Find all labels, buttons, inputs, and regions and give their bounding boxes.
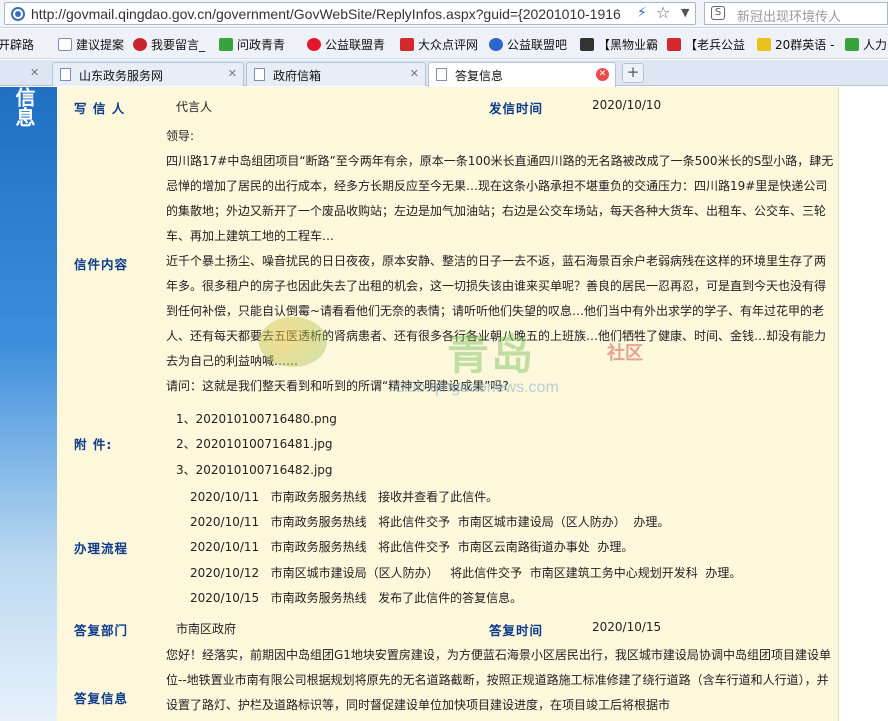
process-label: 办理流程 [74,541,129,556]
wechat-icon [845,38,859,51]
address-bar-row: http://govmail.qingdao.gov.cn/government… [0,0,888,28]
page-icon [580,38,594,51]
left-banner: 信息 [0,87,57,721]
tab-strip: ✕ 山东政务服务网 ✕ 政府信箱 ✕ 答复信息 ✕ + [0,60,888,87]
attachment-link[interactable]: 3、202010100716482.jpg [176,461,333,478]
page-icon [436,68,447,81]
reply-info-label: 答复信息 [74,691,129,706]
emblem-icon [133,38,147,51]
letter-paragraph: 四川路17#中岛组团项目“断路”至今两年有余，原本一条100米长直通四川路的无名… [166,154,834,243]
site-security-icon[interactable] [11,7,25,21]
close-icon[interactable]: ✕ [410,67,419,80]
favorite-item[interactable]: 20群英语 - [757,36,834,53]
address-dropdown-icon[interactable]: ▼ [681,6,689,19]
letter-paragraph: 请问：这就是我们整天看到和听到的所谓“精神文明建设成果”吗? [166,379,509,393]
writer-label: 写 信 人 [74,101,126,116]
favorite-item[interactable]: 大众点评网 [400,36,478,53]
page-icon [58,38,72,51]
search-input[interactable]: S 新冠出现环境传人 [704,2,888,25]
reply-body: 您好！经落实，前期因中岛组团G1地块安置房建设，为方便蓝石海景小区居民出行，我区… [166,648,831,712]
page-icon [60,68,71,81]
process-row: 2020/10/15 市南政务服务热线 发布了此信件的答复信息。 [190,591,523,605]
reply-dept-label: 答复部门 [74,623,129,638]
process-row: 2020/10/11 市南政务服务热线 接收并查看了此信件。 [190,490,499,504]
reply-detail-panel: 写 信 人 代言人 发信时间 2020/10/10 信件内容 领导: 四川路17… [57,87,838,721]
close-icon[interactable]: ✕ [596,68,609,81]
new-tab-button[interactable]: + [622,63,644,83]
favorite-item[interactable]: 【老兵公益 [667,36,745,53]
process-row: 2020/10/12 市南区城市建设局（区人防办） 将此信件交予 市南区建筑工务… [190,566,742,580]
close-icon[interactable]: ✕ [30,66,39,79]
url-text[interactable]: http://govmail.qingdao.gov.cn/government… [31,6,635,22]
tab-shandong-gov[interactable]: 山东政务服务网 ✕ [52,62,244,86]
tab-gov-mailbox[interactable]: 政府信箱 ✕ [246,62,426,86]
right-margin [838,87,888,721]
weibo-icon [307,38,321,51]
sent-time-value: 2020/10/10 [592,98,662,112]
favorite-item[interactable]: 公益联盟吧 [489,36,567,53]
page-icon [254,68,265,81]
leaf-icon [219,38,233,51]
page-icon [667,38,681,51]
reply-dept-value: 市南区政府 [176,622,237,636]
bookmark-star-icon[interactable]: ☆ [656,3,670,22]
attachment-link[interactable]: 2、202010100716481.jpg [176,435,333,452]
sent-time-label: 发信时间 [489,101,544,116]
content-label: 信件内容 [74,257,129,272]
letter-body: 领导: 四川路17#中岛组团项目“断路”至今两年有余，原本一条100米长直通四川… [166,124,836,399]
process-row: 2020/10/11 市南政务服务热线 将此信件交予 市南区云南路街道办事处 办… [190,540,634,554]
reply-time-value: 2020/10/15 [592,620,662,634]
search-placeholder[interactable]: 新冠出现环境传人 [737,6,841,25]
writer-value: 代言人 [176,100,213,114]
favorites-bar: 开辟路 建议提案 我要留言_ 问政青青 公益联盟青 大众点评网 公益联盟吧 【黑… [0,29,888,59]
letter-paragraph: 领导: [166,129,195,143]
dianping-icon [400,38,414,51]
favorite-item[interactable]: 公益联盟青 [307,36,385,53]
address-bar[interactable]: http://govmail.qingdao.gov.cn/government… [4,2,696,25]
favorite-item[interactable]: 问政青青 [219,36,285,53]
favorite-item[interactable]: 建议提案 [58,36,124,53]
e-icon [757,38,771,51]
reply-time-label: 答复时间 [489,623,544,638]
favorite-item[interactable]: 我要留言_ [133,36,205,53]
close-icon[interactable]: ✕ [228,67,237,80]
compat-mode-icon[interactable]: ⚡ [637,5,647,21]
favorite-item[interactable]: 人力 [845,36,887,53]
favorite-item[interactable]: 开辟路 [0,36,34,53]
search-engine-icon[interactable]: S [711,6,725,20]
baidu-paw-icon [489,38,503,51]
attachments-label: 附 件: [74,437,113,452]
tab-reply-info[interactable]: 答复信息 ✕ [428,62,616,87]
attachment-link[interactable]: 1、202010100716480.png [176,410,337,427]
process-row: 2020/10/11 市南政务服务热线 将此信件交予 市南区城市建设局（区人防办… [190,515,670,529]
letter-paragraph: 近千个暴土扬尘、噪音扰民的日日夜夜，原本安静、整洁的日子一去不返，蓝石海景百余户… [166,254,827,368]
favorite-item[interactable]: 【黑物业霸 [580,36,658,53]
banner-title: 信息 [12,87,36,127]
